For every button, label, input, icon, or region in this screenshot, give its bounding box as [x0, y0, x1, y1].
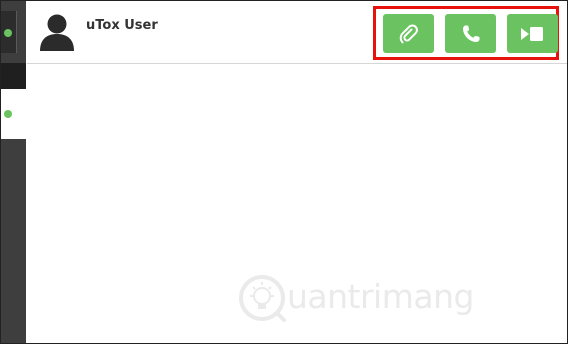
- video-call-button[interactable]: [507, 14, 558, 53]
- avatar: [39, 13, 75, 51]
- chat-header: uTox User: [27, 1, 567, 64]
- paperclip-icon: [399, 23, 418, 43]
- watermark: uantrimang: [237, 273, 474, 323]
- online-status-dot: [4, 29, 12, 37]
- video-camera-icon: [520, 26, 543, 41]
- online-status-dot: [4, 110, 12, 118]
- audio-call-button[interactable]: [445, 14, 496, 53]
- lightbulb-logo-icon: [239, 275, 286, 322]
- contact-name: uTox User: [86, 18, 158, 33]
- sidebar-divider: [1, 63, 26, 89]
- sidebar: [1, 1, 26, 343]
- app-window: uTox User uantrimang: [0, 0, 568, 344]
- user-icon: [40, 14, 74, 51]
- watermark-text: uantrimang: [287, 277, 474, 316]
- phone-icon: [462, 25, 479, 42]
- attach-file-button[interactable]: [383, 14, 434, 53]
